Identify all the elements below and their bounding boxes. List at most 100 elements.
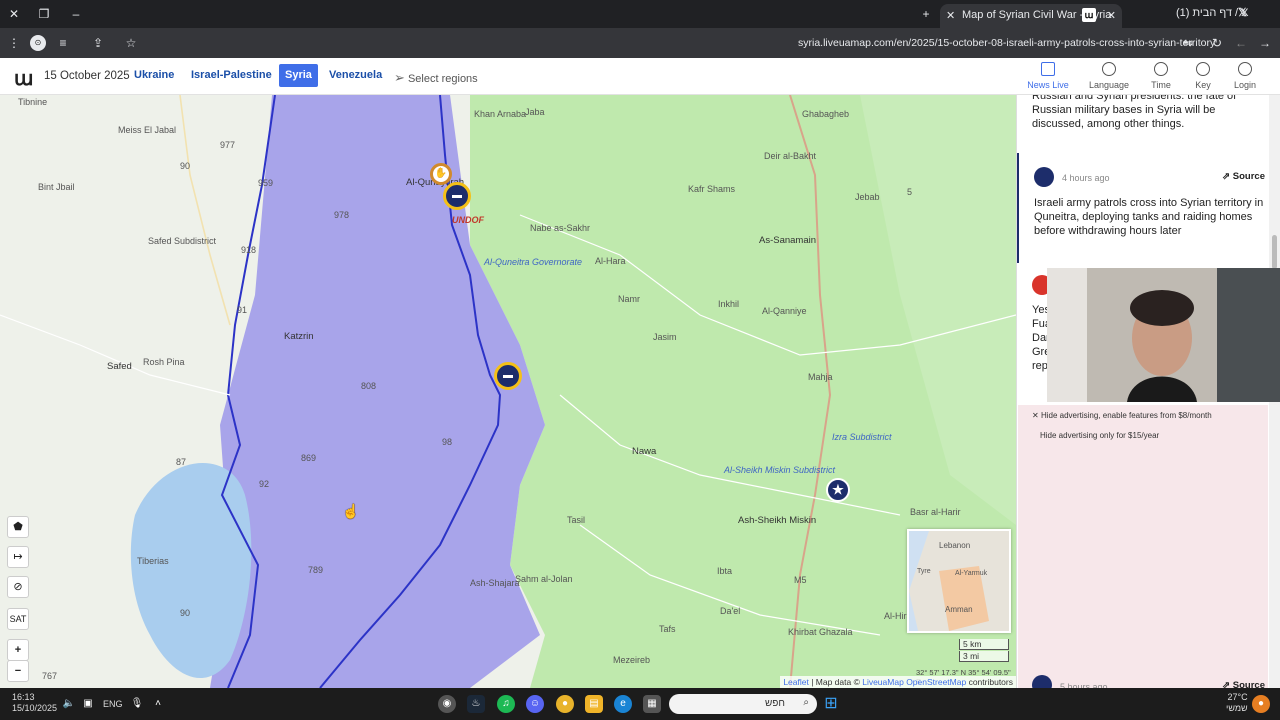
reading-list-icon[interactable]: ≡ (55, 35, 71, 51)
region-tab-ukraine[interactable]: Ukraine (128, 64, 180, 87)
chrome-icon[interactable]: ● (556, 695, 574, 713)
zoom-out-button[interactable]: − (7, 660, 29, 682)
discord-icon[interactable]: ☺ (526, 695, 544, 713)
compass-icon (1196, 62, 1210, 76)
close-window-icon[interactable]: ✕ (6, 6, 22, 22)
temperature: 27°C (1227, 692, 1248, 702)
clock-icon (1154, 62, 1168, 76)
extension-icon[interactable]: ⊙ (30, 35, 46, 51)
input-language[interactable]: ENG (103, 699, 123, 709)
region-tab-syria[interactable]: Syria (279, 64, 318, 87)
liveuamap-logo[interactable]: ա (14, 66, 33, 91)
region-tab-venezuela[interactable]: Venezuela (323, 64, 388, 87)
place-label: Ash-Shajara (470, 578, 520, 588)
news-live-button[interactable]: News Live (1020, 62, 1076, 90)
restore-window-icon[interactable]: ❐ (36, 6, 52, 22)
network-icon[interactable]: ▣ (79, 695, 97, 713)
hide-ads-year-link[interactable]: Hide advertising only for $15/year (1040, 431, 1159, 440)
address-bar: ⋮ ⊙ ≡ ⇪ ☆ syria.liveuamap.com/en/2025/15… (0, 28, 1280, 58)
place-label: Tafs (659, 624, 676, 634)
chevron-up-icon[interactable]: ˄ (149, 695, 167, 713)
menu-dots-icon[interactable]: ⋮ (6, 35, 22, 51)
minimize-window-icon[interactable]: – (68, 6, 84, 22)
globe-icon (1102, 62, 1116, 76)
source-label: Source (1232, 171, 1265, 182)
app-icon[interactable]: ▦ (643, 695, 661, 713)
share-icon[interactable]: ⇪ (90, 35, 106, 51)
webcam-overlay (1047, 268, 1280, 402)
obs-icon[interactable]: ◉ (438, 695, 456, 713)
place-label: Rosh Pina (143, 357, 185, 367)
place-label: Ibta (717, 566, 733, 576)
place-label: Jaba (525, 107, 545, 117)
weather-widget[interactable]: 27°C שמשי (1226, 692, 1248, 714)
edge-icon[interactable]: e (614, 695, 632, 713)
new-tab-icon[interactable]: + (918, 6, 934, 22)
zoom-in-button[interactable]: + (7, 639, 29, 661)
notification-icon[interactable]: ● (1252, 695, 1270, 713)
tank-event-marker[interactable]: ▬ (494, 362, 522, 390)
speaker-icon[interactable]: 🔈 (60, 695, 78, 713)
tab-close-icon[interactable]: ✕ (946, 9, 955, 22)
place-label: Ghabagheb (802, 109, 850, 119)
taskbar-search[interactable]: חפש ⌕ (669, 694, 817, 714)
spotify-icon[interactable]: ♫ (497, 695, 515, 713)
measure-button[interactable]: ↦ (7, 546, 29, 568)
place-label: Katzrin (284, 331, 314, 342)
star-event-marker[interactable]: ★ (826, 478, 850, 502)
site-settings-icon[interactable]: ⇋ (1180, 35, 1196, 51)
forward-icon[interactable]: ← (1233, 35, 1249, 51)
reload-icon[interactable]: ↻ (1209, 35, 1225, 51)
select-regions-button[interactable]: ➢ Select regions (394, 70, 478, 86)
hide-ads-link[interactable]: ✕ Hide advertising, enable features from… (1032, 411, 1212, 420)
place-label: Kafr Shams (688, 184, 736, 194)
source-link[interactable]: ⇗ Source (1222, 679, 1265, 688)
tab-syria-map[interactable]: ✕ Map of Syrian Civil War - Syria ա ✕ (940, 4, 1122, 28)
place-label: Jebab (855, 192, 880, 202)
login-label: Login (1233, 80, 1257, 90)
back-icon[interactable]: → (1257, 35, 1273, 51)
clock-time: 16:13 (12, 692, 35, 702)
road-number: 959 (258, 178, 274, 188)
advertising-box: ✕ Hide advertising, enable features from… (1018, 405, 1268, 688)
place-label: Izra Subdistrict (832, 432, 892, 442)
clock[interactable]: 16:13 15/10/2025 (12, 692, 57, 714)
map-canvas[interactable]: Tibnine Meiss El Jabal Bint Jbail Safed … (0, 95, 1016, 688)
steam-icon[interactable]: ♨ (467, 695, 485, 713)
hide-layer-button[interactable]: ⊘ (7, 576, 29, 598)
liveuamap-link[interactable]: LiveuaMap (862, 677, 904, 687)
webcam-image (1047, 268, 1280, 402)
news-text: Russian military bases in Syria will be … (1032, 104, 1216, 130)
draw-polygon-button[interactable]: ⬟ (7, 516, 29, 538)
place-label: Jasim (653, 332, 677, 342)
scrollbar-thumb[interactable] (1272, 235, 1277, 269)
satellite-toggle-button[interactable]: SAT (7, 608, 29, 630)
road-number: 767 (42, 671, 58, 681)
file-explorer-icon[interactable]: ▤ (585, 695, 603, 713)
leaflet-link[interactable]: Leaflet (783, 677, 809, 687)
place-label: Ash-Sheikh Miskin (738, 515, 817, 526)
region-tab-israel-palestine[interactable]: Israel-Palestine (185, 64, 278, 87)
tank-event-marker[interactable]: ▬ (443, 182, 471, 210)
login-button[interactable]: Login (1217, 62, 1273, 90)
windows-start-icon[interactable]: ⊞ (822, 695, 840, 713)
tab-close-icon[interactable]: ✕ (1107, 9, 1116, 22)
current-date[interactable]: 15 October 2025 (44, 70, 130, 82)
minimap[interactable]: Lebanon Tyre Al-Yarmuk Amman (907, 529, 1011, 633)
news-item[interactable]: Russian and Syrian presidents: the fate … (1017, 95, 1269, 131)
place-label: Nawa (632, 446, 657, 457)
army-event-marker[interactable]: ✋ (430, 163, 452, 185)
microphone-icon[interactable]: 🎙 (128, 695, 146, 713)
osm-link[interactable]: OpenStreetMap (906, 677, 966, 687)
source-link[interactable]: ⇗ Source (1222, 170, 1265, 184)
place-label: Al-Quneitra Governorate (484, 257, 583, 267)
bookmark-star-icon[interactable]: ☆ (123, 35, 139, 51)
tab-x-home[interactable]: (1) דף הבית / X 𝕏 (1176, 7, 1248, 19)
news-item-selected[interactable]: 4 hours ago ⇗ Source Israeli army patrol… (1017, 153, 1269, 263)
lake-tiberias (130, 462, 252, 679)
url-field[interactable]: syria.liveuamap.com/en/2025/15-october-0… (798, 37, 1215, 49)
language-button[interactable]: Language (1081, 62, 1137, 90)
road (179, 95, 231, 326)
news-text: Israeli army patrols cross into Syrian t… (1034, 197, 1264, 237)
place-label: Tasil (567, 515, 586, 525)
